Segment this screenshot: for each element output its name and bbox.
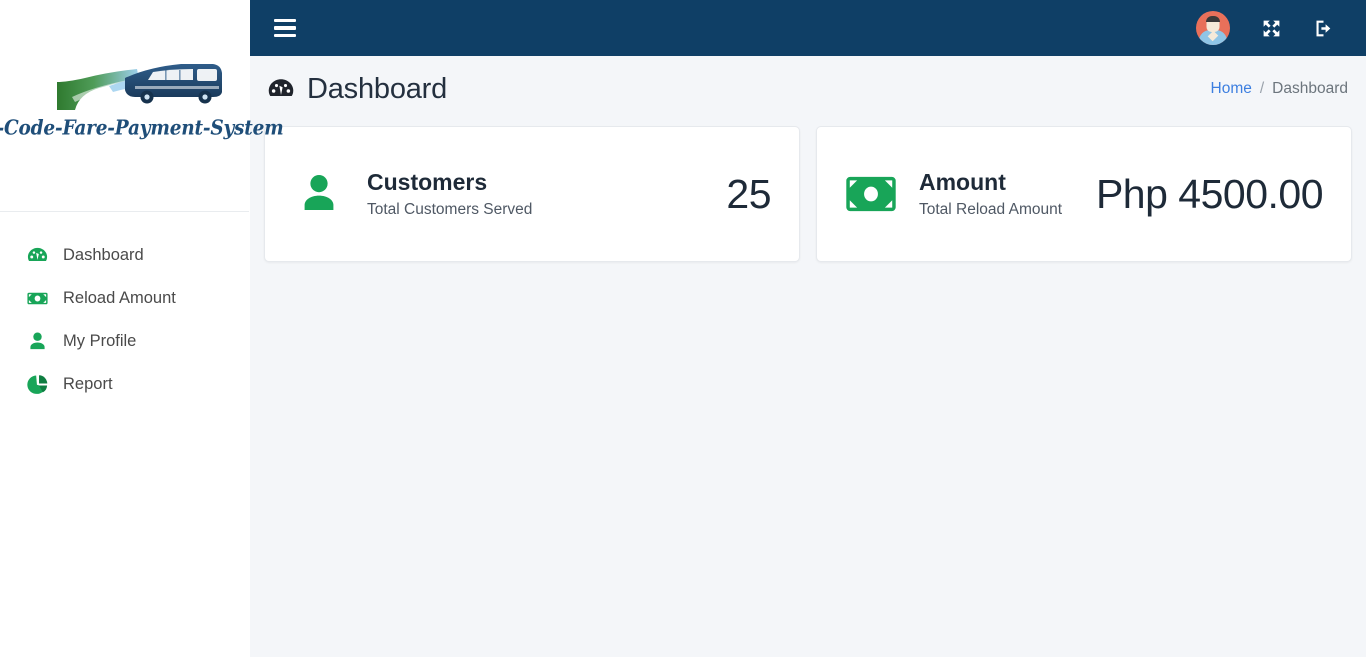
user-icon	[26, 330, 49, 353]
money-bill-icon	[26, 287, 49, 310]
breadcrumb-separator: /	[1259, 80, 1265, 97]
breadcrumb-home-link[interactable]: Home	[1211, 80, 1252, 98]
stat-card-subtitle: Total Customers Served	[367, 201, 533, 218]
sidebar-item-label: Reload Amount	[63, 289, 176, 307]
sidebar-item-dashboard[interactable]: Dashboard	[0, 234, 249, 277]
sign-out-icon[interactable]	[1312, 17, 1334, 39]
stat-card-customers[interactable]: Customers Total Customers Served 25	[264, 126, 800, 262]
pie-chart-icon	[26, 373, 49, 396]
stat-card-value: 25	[726, 170, 771, 217]
content: Dashboard Home / Dashboard Customers Tot…	[250, 56, 1366, 657]
app-root: QR-Code-Fare-Payment-System Dashboard	[0, 0, 1366, 657]
user-icon	[291, 168, 347, 220]
page-title-group: Dashboard	[266, 73, 447, 106]
sidebar-item-reload-amount[interactable]: Reload Amount	[0, 277, 249, 320]
brand-header[interactable]: QR-Code-Fare-Payment-System	[0, 0, 284, 212]
bus-road-logo-icon	[17, 52, 233, 114]
brand-wordmark: QR-Code-Fare-Payment-System	[0, 116, 284, 141]
page-title: Dashboard	[307, 72, 448, 105]
stat-card-text: Amount Total Reload Amount	[919, 169, 1062, 219]
stat-card-amount[interactable]: Amount Total Reload Amount Php 4500.00	[816, 126, 1352, 262]
page-header: Dashboard Home / Dashboard	[250, 56, 1366, 122]
main-area: Dashboard Home / Dashboard Customers Tot…	[250, 0, 1366, 657]
sidebar-item-report[interactable]: Report	[0, 363, 249, 406]
stat-card-title: Amount	[919, 169, 1006, 195]
sidebar-item-label: Report	[63, 375, 113, 393]
stat-card-text: Customers Total Customers Served	[367, 169, 532, 219]
stat-cards-row: Customers Total Customers Served 25 Amou…	[250, 126, 1366, 262]
hamburger-icon[interactable]	[274, 19, 296, 37]
sidebar-item-my-profile[interactable]: My Profile	[0, 320, 249, 363]
tachometer-icon	[26, 244, 49, 267]
tachometer-icon	[266, 74, 296, 104]
stat-card-value: Php 4500.00	[1095, 170, 1324, 217]
topbar	[250, 0, 1366, 56]
stat-card-subtitle: Total Reload Amount	[919, 201, 1063, 218]
stat-card-title: Customers	[367, 169, 488, 195]
money-bill-icon	[843, 168, 899, 220]
topbar-actions	[1196, 11, 1334, 45]
sidebar-item-label: My Profile	[63, 332, 137, 350]
expand-arrows-icon[interactable]	[1260, 17, 1282, 39]
sidebar: QR-Code-Fare-Payment-System Dashboard	[0, 0, 284, 657]
sidebar-nav: Dashboard Reload Amount My Profile Repor…	[0, 212, 249, 406]
breadcrumb: Home / Dashboard	[1211, 80, 1351, 98]
sidebar-item-label: Dashboard	[63, 246, 144, 264]
breadcrumb-current: Dashboard	[1272, 80, 1348, 97]
avatar[interactable]	[1196, 11, 1230, 45]
